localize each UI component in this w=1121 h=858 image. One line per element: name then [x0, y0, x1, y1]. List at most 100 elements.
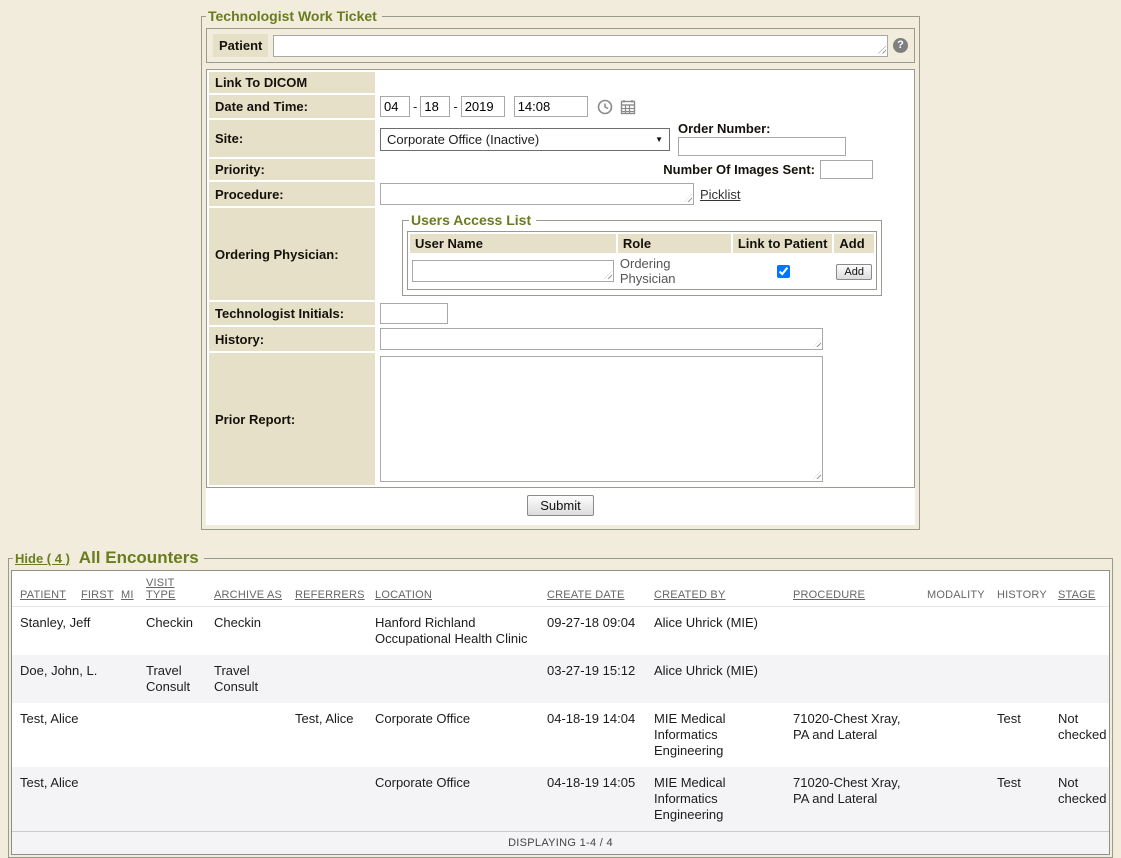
col-stage[interactable]: STAGE [1050, 571, 1109, 607]
col-patient[interactable]: PATIENT [12, 571, 73, 607]
encounter-row[interactable]: Doe, John, L. Travel Consult Travel Cons… [12, 655, 1109, 703]
cell-history: Test [989, 703, 1050, 767]
users-access-entry-row: Ordering Physician Add [410, 255, 874, 287]
col-mi[interactable]: MI [113, 571, 138, 607]
col-modality: MODALITY [919, 571, 989, 607]
displaying-count: DISPLAYING 1-4 / 4 [12, 832, 1109, 855]
patient-field-wrap [273, 35, 888, 57]
prior-report-row: Prior Report: [209, 353, 912, 485]
procedure-field-wrap [380, 183, 694, 205]
cell-visit-type [138, 703, 206, 767]
cell-referrers [287, 767, 367, 832]
cell-patient: Test, Alice [12, 703, 138, 767]
cell-create-date: 04-18-19 14:05 [539, 767, 646, 832]
link-to-dicom-label: Link To DICOM [209, 72, 375, 93]
ticket-form-area: Link To DICOM Date and Time: - - [206, 69, 915, 525]
site-select[interactable]: Corporate Office (Inactive) ▼ [380, 128, 670, 151]
role-value: Ordering Physician [618, 255, 731, 287]
tech-initials-input[interactable] [380, 303, 448, 324]
picklist-link[interactable]: Picklist [700, 187, 740, 202]
images-sent-input[interactable] [820, 160, 873, 179]
cell-procedure [785, 607, 919, 656]
clock-icon[interactable] [597, 99, 613, 115]
col-archive-as[interactable]: ARCHIVE AS [206, 571, 287, 607]
calendar-icon[interactable] [620, 99, 636, 115]
cell-stage [1050, 655, 1109, 703]
encounters-legend: Hide ( 4 ) All Encounters [13, 548, 204, 568]
col-procedure[interactable]: PROCEDURE [785, 571, 919, 607]
patient-input[interactable] [273, 35, 888, 57]
col-visit-type[interactable]: VISIT TYPE [138, 571, 206, 607]
cell-created-by: Alice Uhrick (MIE) [646, 607, 785, 656]
encounters-title: All Encounters [79, 548, 199, 567]
encounter-row[interactable]: Test, Alice Corporate Office 04-18-19 14… [12, 767, 1109, 832]
user-name-input[interactable] [412, 260, 614, 282]
work-ticket-fieldset: Technologist Work Ticket Patient ? Link … [201, 8, 920, 530]
prior-report-textarea[interactable] [380, 356, 823, 482]
cell-create-date: 09-27-18 09:04 [539, 607, 646, 656]
order-number-label: Order Number: [678, 121, 846, 136]
col-location[interactable]: LOCATION [367, 571, 539, 607]
date-separator: - [453, 99, 457, 114]
add-user-button[interactable]: Add [836, 264, 872, 280]
cell-visit-type [138, 767, 206, 832]
cell-location [367, 655, 539, 703]
priority-label: Priority: [209, 159, 375, 180]
prior-report-field-wrap [380, 356, 823, 482]
tech-initials-label: Technologist Initials: [209, 302, 375, 325]
col-first[interactable]: FIRST [73, 571, 113, 607]
history-input[interactable] [380, 328, 823, 350]
cell-referrers [287, 607, 367, 656]
encounter-row[interactable]: Test, Alice Test, Alice Corporate Office… [12, 703, 1109, 767]
col-created-by[interactable]: CREATED BY [646, 571, 785, 607]
order-number-input[interactable] [678, 137, 846, 156]
help-icon[interactable]: ? [893, 38, 908, 53]
prior-report-label: Prior Report: [209, 353, 375, 485]
cell-stage: Not checked [1050, 767, 1109, 832]
date-day-input[interactable] [420, 96, 450, 117]
submit-button[interactable]: Submit [527, 495, 593, 516]
submit-row: Submit [206, 488, 915, 525]
cell-patient: Test, Alice [12, 767, 138, 832]
col-create-date[interactable]: CREATE DATE [539, 571, 646, 607]
date-time-label: Date and Time: [209, 95, 375, 118]
cell-stage [1050, 607, 1109, 656]
cell-created-by: MIE Medical Informatics Engineering [646, 767, 785, 832]
cell-create-date: 04-18-19 14:04 [539, 703, 646, 767]
priority-row: Priority: Number Of Images Sent: [209, 159, 912, 180]
time-input[interactable] [514, 96, 588, 117]
ordering-physician-row: Ordering Physician: Users Access List Us… [209, 208, 912, 300]
users-access-legend: Users Access List [409, 212, 536, 228]
cell-history: Test [989, 767, 1050, 832]
work-ticket-legend: Technologist Work Ticket [206, 8, 382, 24]
hide-encounters-link[interactable]: Hide ( 4 ) [15, 551, 70, 566]
patient-label: Patient [213, 34, 268, 57]
cell-location: Corporate Office [367, 703, 539, 767]
link-to-patient-checkbox[interactable] [777, 265, 790, 278]
cell-location: Hanford Richland Occupational Health Cli… [367, 607, 539, 656]
cell-modality [919, 655, 989, 703]
cell-created-by: MIE Medical Informatics Engineering [646, 703, 785, 767]
procedure-row: Procedure: Picklist [209, 182, 912, 206]
cell-location: Corporate Office [367, 767, 539, 832]
ticket-form-table: Link To DICOM Date and Time: - - [207, 70, 914, 487]
tech-initials-row: Technologist Initials: [209, 302, 912, 325]
users-access-header-row: User Name Role Link to Patient Add [410, 234, 874, 253]
ordering-physician-label: Ordering Physician: [209, 208, 375, 300]
col-referrers[interactable]: REFERRERS [287, 571, 367, 607]
link-to-dicom-row: Link To DICOM [209, 72, 912, 93]
encounters-table: PATIENT FIRST MI VISIT TYPE ARCHIVE AS R… [12, 571, 1109, 854]
site-row: Site: Corporate Office (Inactive) ▼ Orde… [209, 120, 912, 157]
col-user-name: User Name [410, 234, 616, 253]
procedure-input[interactable] [380, 183, 694, 205]
encounters-table-container: PATIENT FIRST MI VISIT TYPE ARCHIVE AS R… [11, 570, 1110, 855]
encounters-fieldset: Hide ( 4 ) All Encounters PATIENT FIRST … [8, 548, 1113, 858]
cell-create-date: 03-27-19 15:12 [539, 655, 646, 703]
col-add: Add [834, 234, 874, 253]
date-month-input[interactable] [380, 96, 410, 117]
date-year-input[interactable] [461, 96, 505, 117]
cell-referrers [287, 655, 367, 703]
procedure-label: Procedure: [209, 182, 375, 206]
encounter-row[interactable]: Stanley, Jeff Checkin Checkin Hanford Ri… [12, 607, 1109, 656]
chevron-down-icon: ▼ [655, 135, 663, 144]
